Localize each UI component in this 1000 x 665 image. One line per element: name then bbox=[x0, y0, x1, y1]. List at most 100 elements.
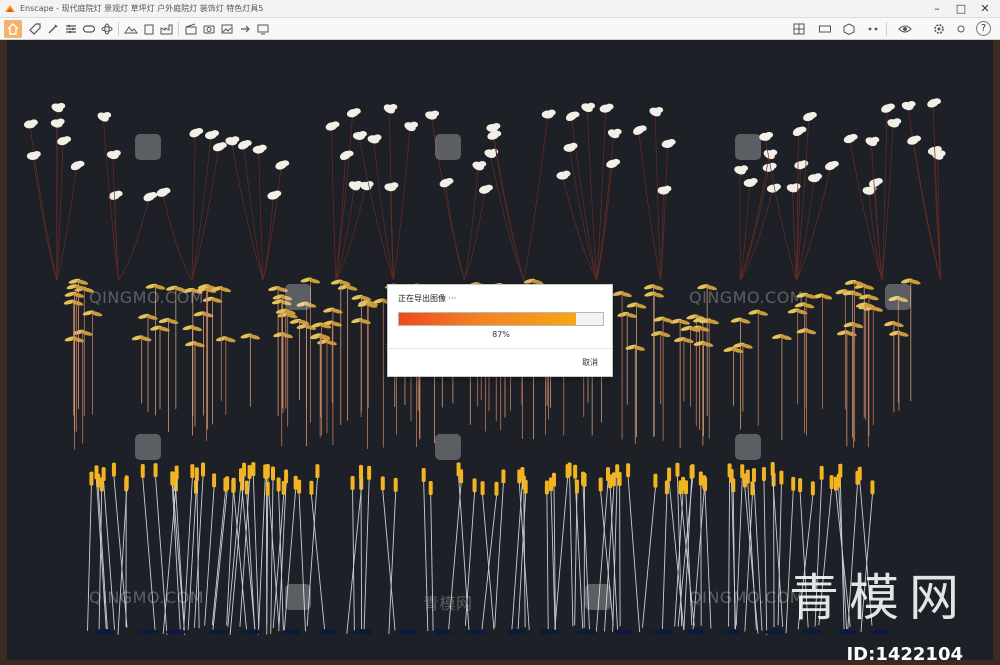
flower-petal bbox=[352, 108, 361, 115]
maximize-icon[interactable]: □ bbox=[950, 0, 972, 18]
image-icon[interactable] bbox=[218, 20, 236, 38]
flower-stem bbox=[162, 192, 193, 281]
flower-petal bbox=[937, 150, 946, 157]
reed-stem bbox=[142, 478, 156, 634]
reed-stem bbox=[363, 479, 370, 631]
sun-icon[interactable] bbox=[952, 20, 970, 38]
reed-lamp-head bbox=[201, 462, 206, 477]
reed-stem bbox=[87, 485, 92, 631]
brush-icon[interactable] bbox=[44, 20, 62, 38]
title-bar: Enscape - 现代庭院灯 景观灯 草坪灯 户外庭院灯 装饰灯 特色灯具5 … bbox=[0, 0, 1000, 18]
sliders-icon[interactable] bbox=[62, 20, 80, 38]
reed-lamp-head bbox=[251, 462, 256, 477]
flower-petal bbox=[281, 160, 290, 167]
cube-icon[interactable] bbox=[840, 20, 858, 38]
flower-petal bbox=[667, 138, 676, 145]
flower-petal bbox=[814, 173, 823, 180]
flower-petal bbox=[749, 177, 758, 184]
reed-lamp-head bbox=[140, 464, 145, 479]
flower-petal bbox=[57, 102, 66, 109]
reed-stem bbox=[382, 490, 396, 631]
reed-lamp-head bbox=[626, 463, 631, 478]
dots-icon[interactable] bbox=[864, 20, 882, 38]
watermark-logo-icon bbox=[735, 134, 761, 160]
reed-lamp-head bbox=[297, 479, 302, 494]
minimize-icon[interactable]: – bbox=[926, 0, 948, 18]
grid-icon[interactable] bbox=[790, 20, 808, 38]
watermark-text: QINGMO.COM bbox=[89, 288, 205, 307]
flower-petal bbox=[569, 142, 578, 149]
flower-petal bbox=[886, 103, 895, 110]
flower-petal bbox=[358, 130, 367, 137]
eye-icon[interactable] bbox=[896, 20, 914, 38]
brand-watermark: 青模网 bbox=[789, 569, 969, 627]
dialog-title: 正在导出图像 ··· bbox=[398, 294, 457, 303]
reed-lamp-head bbox=[99, 477, 104, 492]
help-icon[interactable]: ? bbox=[976, 21, 991, 36]
reed-stem bbox=[546, 494, 549, 631]
reed-lamp-head bbox=[174, 465, 179, 480]
flower-stem bbox=[492, 135, 525, 281]
reed-base-shadow bbox=[352, 629, 373, 635]
watermark-logo-icon bbox=[885, 284, 911, 310]
flower-petal bbox=[114, 190, 123, 197]
flower-petal bbox=[195, 128, 204, 135]
flower-petal bbox=[76, 160, 85, 167]
reed-stem bbox=[267, 477, 280, 628]
watermark-text: QINGMO.COM bbox=[89, 588, 205, 607]
gamepad-icon[interactable] bbox=[80, 20, 98, 38]
reed-lamp-head bbox=[421, 467, 426, 482]
clapper-icon[interactable] bbox=[182, 20, 200, 38]
close-icon[interactable]: ✕ bbox=[974, 0, 996, 18]
watermark-logo-icon bbox=[135, 134, 161, 160]
reed-lamp-head bbox=[667, 467, 672, 482]
reed-lamp-head bbox=[380, 476, 385, 491]
reed-stem bbox=[252, 476, 260, 628]
reed-lamp-head bbox=[231, 477, 236, 492]
flower-petal bbox=[613, 128, 622, 135]
reed-lamp-head bbox=[358, 464, 363, 479]
reed-base-shadow bbox=[613, 629, 634, 635]
flower-petal bbox=[484, 184, 493, 191]
home-icon[interactable] bbox=[4, 20, 22, 38]
flower-petal bbox=[893, 118, 902, 125]
panorama-icon[interactable] bbox=[816, 20, 834, 38]
reed-stem bbox=[554, 478, 569, 634]
watermark-logo-icon bbox=[735, 434, 761, 460]
flower-petal bbox=[562, 170, 571, 177]
flower-petal bbox=[587, 102, 596, 109]
flower-stem bbox=[571, 116, 598, 281]
screen-icon[interactable] bbox=[254, 20, 272, 38]
camera-icon[interactable] bbox=[200, 20, 218, 38]
reed-base-shadow bbox=[686, 629, 707, 635]
settings-icon[interactable] bbox=[930, 20, 948, 38]
flower-petal bbox=[373, 134, 382, 141]
flower-petal bbox=[874, 178, 883, 185]
reed-stem bbox=[574, 493, 578, 626]
reed-lamp-head bbox=[819, 465, 824, 480]
reed-lamp-head bbox=[833, 476, 838, 491]
export-icon[interactable] bbox=[236, 20, 254, 38]
reed-lamp-head bbox=[573, 464, 578, 479]
factory-icon[interactable] bbox=[158, 20, 176, 38]
reed-base-shadow bbox=[539, 629, 560, 635]
flower-petal bbox=[345, 150, 354, 157]
reed-lamp-head bbox=[653, 473, 658, 488]
flower-petal bbox=[612, 158, 621, 165]
reed-stem bbox=[233, 491, 248, 632]
reed-lamp-head bbox=[223, 477, 228, 492]
cancel-button[interactable]: 取消 bbox=[582, 357, 598, 368]
tag-icon[interactable] bbox=[26, 20, 44, 38]
atom-icon[interactable] bbox=[98, 20, 116, 38]
landscape-icon[interactable] bbox=[122, 20, 140, 38]
flower-petal bbox=[655, 107, 664, 114]
reed-lamp-head bbox=[170, 471, 175, 486]
building-icon[interactable] bbox=[140, 20, 158, 38]
flower-stem bbox=[331, 126, 337, 281]
reed-lamp-head bbox=[111, 462, 116, 477]
reed-lamp-head bbox=[729, 469, 734, 484]
reed-lamp-head bbox=[242, 462, 247, 477]
reed-stem bbox=[763, 481, 768, 635]
flower-petal bbox=[445, 178, 454, 185]
flower-petal bbox=[112, 150, 121, 157]
